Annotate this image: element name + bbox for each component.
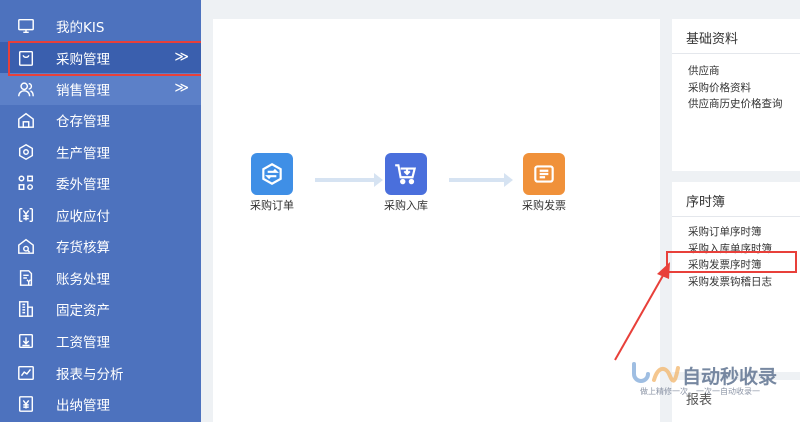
building-icon	[16, 299, 36, 319]
sidebar-item-reports[interactable]: 报表与分析	[0, 357, 201, 389]
sidebar-item-accounting[interactable]: 账务处理	[0, 262, 201, 294]
monitor-icon	[16, 16, 36, 36]
sidebar-item-fixed-assets[interactable]: 固定资产	[0, 293, 201, 325]
hexagon-icon	[16, 142, 36, 162]
document-yuan-icon	[16, 268, 36, 288]
sidebar: 我的KIS 采购管理 ≫ 销售管理 ≫ 仓存管理 生产管理 委外管理 应收应付 …	[0, 0, 206, 422]
chevron-right-icon: ≫	[174, 80, 189, 96]
exchange-icon	[251, 153, 293, 195]
purchase-flow-panel: 采购订单 采购入库 采购发票	[213, 19, 660, 422]
link-invoice-verification-log[interactable]: 采购发票钩稽日志	[688, 274, 800, 291]
sidebar-item-production[interactable]: 生产管理	[0, 136, 201, 168]
flow-node-label: 采购订单	[250, 199, 294, 212]
flow-node-purchase-receipt[interactable]: 采购入库	[371, 153, 441, 213]
sidebar-item-label: 固定资产	[56, 302, 110, 319]
sidebar-item-label: 生产管理	[56, 145, 110, 162]
sidebar-item-label: 我的KIS	[56, 19, 105, 36]
house-search-icon	[16, 236, 36, 256]
chart-icon	[16, 363, 36, 383]
sidebar-item-inventory-accounting[interactable]: 存货核算	[0, 230, 201, 262]
yuan-icon	[16, 205, 36, 225]
sidebar-item-warehouse[interactable]: 仓存管理	[0, 104, 201, 136]
sidebar-item-cashier[interactable]: 出纳管理	[0, 388, 201, 420]
sidebar-item-label: 出纳管理	[56, 397, 110, 414]
sidebar-item-outsourcing[interactable]: 委外管理	[0, 167, 201, 199]
sidebar-item-sales[interactable]: 销售管理 ≫	[0, 73, 201, 105]
panel-title: 基础资料	[672, 19, 800, 54]
link-supplier[interactable]: 供应商	[688, 63, 800, 80]
purchase-highlight-box	[8, 41, 206, 76]
sidebar-item-receivable-payable[interactable]: 应收应付	[0, 199, 201, 231]
sidebar-item-label: 仓存管理	[56, 113, 110, 130]
flow-node-purchase-invoice[interactable]: 采购发票	[509, 153, 579, 213]
panel-title: 序时簿	[672, 182, 800, 217]
sidebar-item-my-kis[interactable]: 我的KIS	[0, 10, 201, 42]
sidebar-item-label: 委外管理	[56, 176, 110, 193]
basic-data-panel: 基础资料 供应商 采购价格资料 供应商历史价格查询	[672, 19, 800, 171]
report-panel: 报表	[672, 380, 800, 422]
sidebar-item-payroll[interactable]: 工资管理	[0, 325, 201, 357]
content-gap	[201, 0, 213, 422]
link-purchase-order-book[interactable]: 采购订单序时簿	[688, 224, 800, 241]
link-supplier-price-history[interactable]: 供应商历史价格查询	[688, 96, 800, 113]
annotation-arrow	[614, 262, 670, 361]
sequence-book-panel: 序时簿 采购订单序时簿 采购入库单序时簿 采购发票序时簿 采购发票钩稽日志	[672, 182, 800, 372]
sidebar-item-label: 报表与分析	[56, 366, 124, 383]
sidebar-item-label: 销售管理	[56, 82, 110, 99]
flow-node-purchase-order[interactable]: 采购订单	[237, 153, 307, 213]
sidebar-item-label: 账务处理	[56, 271, 110, 288]
download-box-icon	[16, 331, 36, 351]
grid-icon	[16, 173, 36, 193]
sidebar-item-label: 工资管理	[56, 334, 110, 351]
sidebar-item-label: 存货核算	[56, 239, 110, 256]
panel-title: 报表	[686, 393, 713, 408]
warehouse-icon	[16, 110, 36, 130]
flow-node-label: 采购入库	[384, 199, 428, 212]
flow-node-label: 采购发票	[522, 199, 566, 212]
users-icon	[16, 79, 36, 99]
flow-arrow	[315, 173, 383, 187]
invoice-icon	[523, 153, 565, 195]
link-purchase-price-data[interactable]: 采购价格资料	[688, 80, 800, 97]
invoice-book-highlight-box	[666, 251, 797, 273]
cash-icon	[16, 394, 36, 414]
flow-arrow	[449, 173, 513, 187]
cart-icon	[385, 153, 427, 195]
sidebar-item-label: 应收应付	[56, 208, 110, 225]
